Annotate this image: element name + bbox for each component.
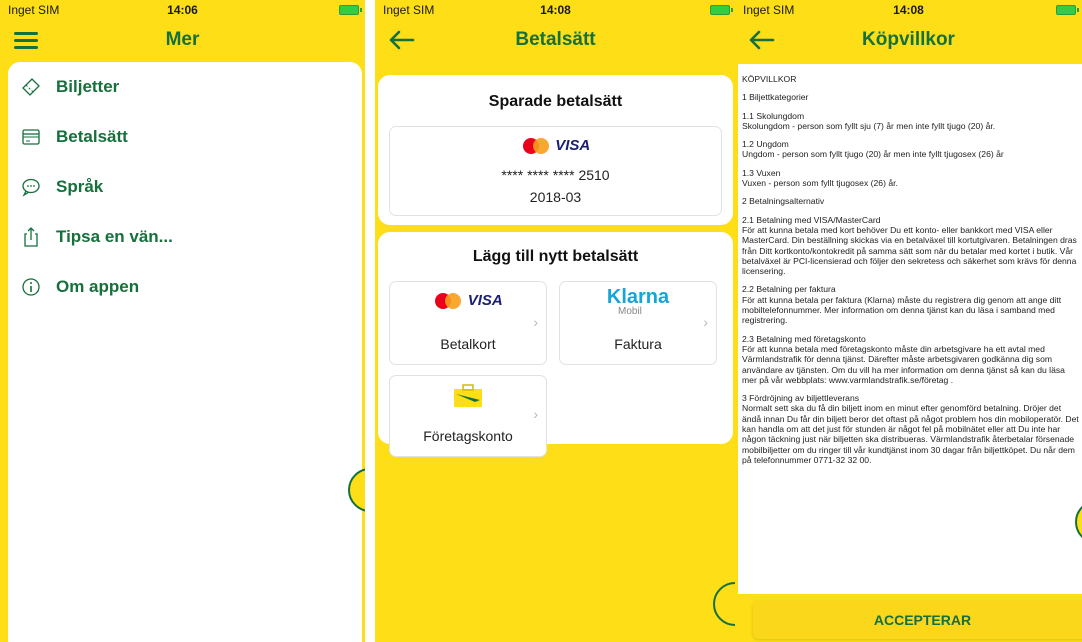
share-icon: [24, 227, 38, 247]
nav-bar: Betalsätt: [375, 18, 736, 62]
terms-text-area[interactable]: KÖPVILLKOR 1 Biljettkategorier 1.1 Skolu…: [738, 64, 1082, 594]
menu-item-label: Betalsätt: [56, 127, 128, 146]
add-heading: Lägg till nytt betalsätt: [472, 248, 639, 265]
terms-paragraph: 2.2 Betalning per faktura För att kunna …: [742, 284, 1062, 326]
battery-icon: [1056, 5, 1079, 15]
visa-logo: VISA: [555, 137, 591, 155]
ticket-icon: [22, 78, 40, 96]
payment-option-card[interactable]: VISA › Betalkort: [390, 282, 546, 364]
terms-paragraph: 1 Biljettkategorier: [742, 92, 809, 103]
briefcase-icon: [454, 384, 482, 407]
terms-paragraph: 2.3 Betalning med företagskonto För att …: [742, 333, 1065, 385]
page-title: Betalsätt: [515, 29, 596, 50]
nav-bar: Mer: [0, 18, 365, 62]
add-payment-card: Lägg till nytt betalsätt VISA › Betalkor…: [378, 232, 733, 456]
nav-bar: Köpvillkor: [735, 18, 1082, 62]
terms-paragraph: 1.2 Ungdom Ungdom - person som fyllt tju…: [742, 139, 1004, 160]
terms-paragraph: 1.3 Vuxen Vuxen - person som fyllt tjugo…: [742, 167, 898, 189]
mastercard-logo-icon: [522, 138, 549, 154]
menu-item-label: Om appen: [56, 277, 140, 296]
clock: 14:08: [893, 3, 924, 17]
menu-item-label: Tipsa en vän...: [56, 227, 173, 246]
status-bar: Inget SIM 14:08: [375, 0, 736, 18]
payment-option-invoice[interactable]: Klarna Mobil › Faktura: [560, 282, 716, 364]
payment-option-company[interactable]: › Företagskonto: [390, 376, 546, 456]
page-title: Köpvillkor: [862, 29, 955, 50]
status-bar: Inget SIM 14:08: [735, 0, 1082, 18]
saved-heading: Sparade betalsätt: [488, 93, 623, 110]
clock: 14:06: [167, 3, 198, 17]
battery-icon: [710, 5, 733, 15]
saved-card-item[interactable]: VISA **** **** **** 2510 2018-03: [390, 127, 721, 215]
terms-paragraph: 2 Betalningsalternativ: [742, 196, 825, 207]
terms-paragraph: 2.1 Betalning med VISA/MasterCard För at…: [742, 214, 1077, 277]
terms-paragraph: 3 Fördröjning av biljettleverans Normalt…: [742, 393, 1079, 465]
side-handle-button[interactable]: [713, 582, 736, 626]
menu-item-label: Språk: [56, 177, 104, 196]
card-icon: [22, 129, 40, 145]
clock: 14:08: [540, 3, 571, 17]
menu-item-label: Biljetter: [56, 77, 120, 96]
menu-item-payment[interactable]: Betalsätt: [8, 118, 362, 158]
screen-purchase-terms: Inget SIM 14:08 Köpvillkor KÖPVILLKOR 1 …: [735, 0, 1082, 642]
menu-item-language[interactable]: Språk: [8, 168, 362, 208]
option-label: Betalkort: [440, 336, 496, 352]
option-label: Faktura: [614, 336, 662, 352]
menu-item-share[interactable]: Tipsa en vän...: [8, 218, 362, 258]
terms-paragraph: 1.1 Skolungdom Skolungdom - person som f…: [742, 110, 996, 131]
saved-payment-card: Sparade betalsätt VISA **** **** **** 25…: [378, 75, 733, 225]
chevron-right-icon: ›: [533, 314, 538, 330]
menu-list: Biljetter Betalsätt Språk Tipsa en vän..…: [8, 62, 362, 642]
screen-payment-methods: Inget SIM 14:08 Betalsätt Sparade betals…: [375, 0, 736, 642]
chat-bubble-icon: [22, 178, 40, 197]
menu-item-tickets[interactable]: Biljetter: [8, 68, 362, 108]
card-number: **** **** **** 2510: [501, 167, 610, 183]
info-icon: [22, 278, 40, 296]
klarna-sublogo: Mobil: [618, 306, 642, 317]
mastercard-logo-icon: [435, 293, 462, 309]
visa-logo: VISA: [467, 292, 503, 310]
card-logos: VISA: [390, 137, 721, 155]
card-expiry: 2018-03: [529, 189, 582, 205]
option-label: Företagskonto: [423, 428, 513, 444]
battery-icon: [339, 5, 362, 15]
page-title: Mer: [165, 29, 200, 50]
terms-paragraph: KÖPVILLKOR: [742, 74, 797, 84]
screen-more: Inget SIM 14:06 Mer Biljetter Betalsätt …: [0, 0, 365, 642]
status-bar: Inget SIM 14:06: [0, 0, 365, 18]
chevron-right-icon: ›: [703, 314, 708, 330]
menu-item-about[interactable]: Om appen: [8, 268, 362, 308]
accept-button[interactable]: ACCEPTERAR: [753, 601, 1082, 639]
chevron-right-icon: ›: [533, 406, 538, 422]
card-logos: VISA: [390, 292, 546, 310]
